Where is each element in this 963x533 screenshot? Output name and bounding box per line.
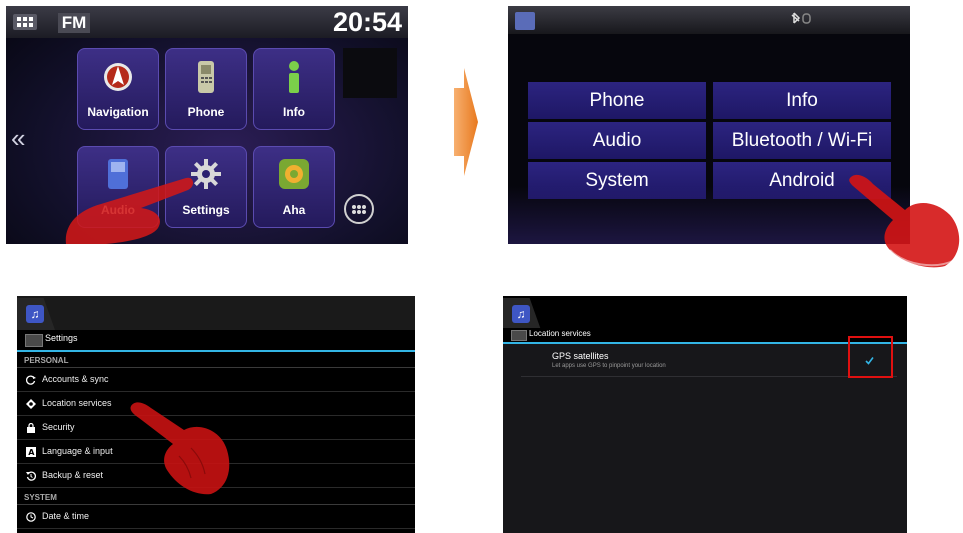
android-settings-screen: ♫ Settings PERSONAL Accounts & sync Loca… (17, 296, 415, 533)
section-title: PERSONAL (24, 356, 69, 365)
audio-tile[interactable]: Audio (77, 146, 159, 228)
top-bar (508, 6, 910, 34)
row-label: Language & input (42, 446, 113, 456)
tile-label: Info (283, 105, 305, 119)
section-system: SYSTEM (17, 493, 415, 505)
section-title: SYSTEM (24, 493, 57, 502)
lock-icon (27, 423, 35, 433)
aha-tile[interactable]: Aha (253, 146, 335, 228)
info-tile[interactable]: Info (253, 48, 335, 130)
sync-icon (26, 375, 36, 385)
aha-icon (279, 159, 309, 189)
empty-slot (343, 48, 397, 98)
chevron-left-icon[interactable]: « (11, 123, 25, 154)
phone-icon (198, 61, 214, 93)
info-settings-button[interactable]: Info (713, 82, 891, 119)
tile-label: Phone (187, 105, 225, 119)
phone-settings-button[interactable]: Phone (528, 82, 706, 119)
music-app-tab[interactable]: ♫ (17, 298, 55, 330)
backup-icon (26, 471, 36, 481)
settings-row-language[interactable]: A Language & input (17, 441, 415, 464)
row-label: Date & time (42, 511, 90, 521)
keyboard-icon: A (26, 447, 36, 457)
option-subtitle: Let apps use GPS to pinpoint your locati… (552, 363, 666, 369)
grid-icon (17, 17, 33, 27)
settings-row-date-time[interactable]: Date & time (17, 506, 415, 529)
settings-row-location[interactable]: Location services (17, 393, 415, 416)
bluetooth-wifi-settings-button[interactable]: Bluetooth / Wi-Fi (713, 122, 891, 159)
home-screen: FM 20:54 Navigation Phone Info « Audio S… (6, 6, 408, 244)
arrow-right-icon (454, 68, 478, 176)
tile-label: Aha (282, 203, 306, 217)
row-label: Location services (42, 398, 112, 408)
section-personal: PERSONAL (17, 356, 415, 368)
navigation-tile[interactable]: Navigation (77, 48, 159, 130)
header-title: Settings (45, 333, 78, 343)
settings-row-backup[interactable]: Backup & reset (17, 465, 415, 488)
tab-strip: ♫ (17, 296, 415, 330)
top-bar: FM 20:54 (6, 6, 408, 38)
tab-strip: ♫ (503, 296, 907, 330)
navigation-icon (104, 63, 132, 91)
location-services-screen: ♫ Location services GPS satellites Let a… (503, 296, 907, 533)
audio-settings-button[interactable]: Audio (528, 122, 706, 159)
audio-icon (108, 159, 128, 189)
page-indicator (172, 236, 232, 244)
gear-icon (191, 159, 221, 189)
settings-menu-screen: Phone Info Audio Bluetooth / Wi-Fi Syste… (508, 6, 910, 244)
more-dots-icon (352, 205, 366, 214)
location-icon (26, 399, 36, 409)
row-label: Security (42, 422, 75, 432)
music-note-icon: ♫ (26, 305, 44, 323)
row-label: Backup & reset (42, 470, 104, 480)
tile-label: Audio (101, 203, 135, 217)
settings-row-security[interactable]: Security (17, 417, 415, 440)
header-title: Location services (529, 329, 591, 338)
settings-header: Settings (17, 330, 415, 352)
svg-text:A: A (28, 448, 35, 457)
phone-tile[interactable]: Phone (165, 48, 247, 130)
settings-icon (511, 330, 527, 341)
apps-grid-button[interactable] (13, 14, 37, 30)
settings-row-accounts[interactable]: Accounts & sync (17, 369, 415, 392)
settings-icon (25, 334, 43, 347)
band-label[interactable]: FM (58, 13, 90, 33)
clock: 20:54 (332, 7, 402, 37)
settings-gear-icon (515, 12, 535, 30)
highlight-box (848, 336, 893, 378)
tile-label: Settings (182, 203, 230, 217)
music-app-tab[interactable]: ♫ (503, 298, 541, 330)
location-services-header: Location services (503, 328, 907, 344)
gps-satellites-row[interactable]: GPS satellites Let apps use GPS to pinpo… (521, 348, 897, 377)
row-label: Accounts & sync (42, 374, 109, 384)
status-icons (791, 12, 813, 27)
settings-tile[interactable]: Settings (165, 146, 247, 228)
tile-label: Navigation (87, 105, 149, 119)
option-title: GPS satellites (552, 351, 609, 361)
music-note-icon: ♫ (512, 305, 530, 323)
info-icon (289, 61, 299, 93)
more-apps-button[interactable] (344, 194, 374, 224)
bottom-glow (508, 186, 910, 244)
clock-icon (26, 512, 36, 522)
bluetooth-icon (791, 12, 811, 24)
